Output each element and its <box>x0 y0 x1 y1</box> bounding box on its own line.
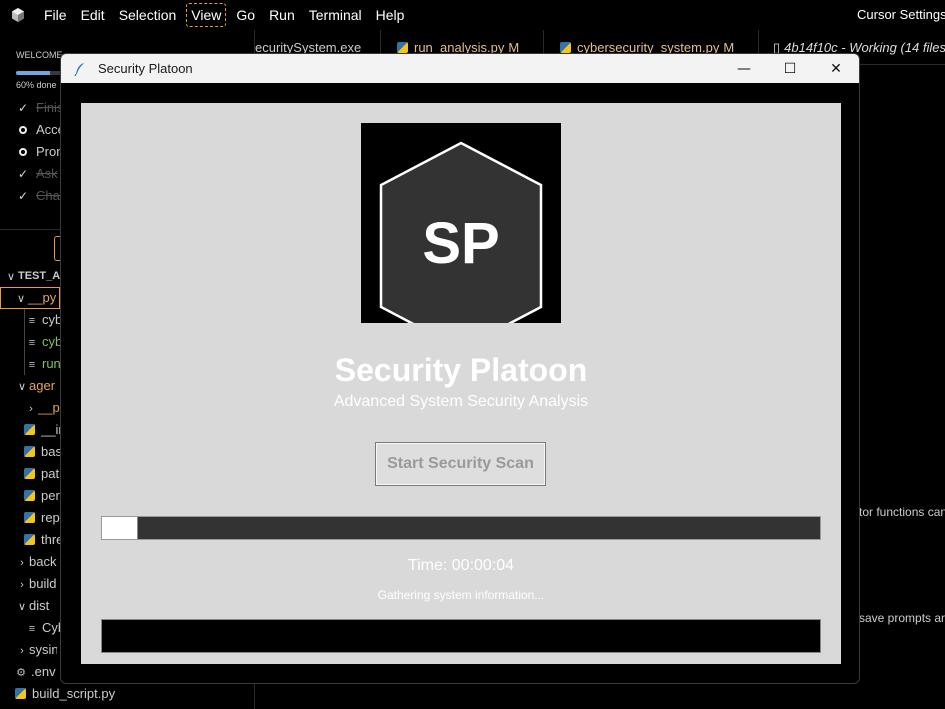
editor-text-fragment: tor functions can <box>859 505 945 519</box>
menu-terminal[interactable]: Terminal <box>305 4 366 26</box>
security-platoon-window: Security Platoon — ☐ ✕ SP Security Plato… <box>60 53 860 684</box>
menu-go[interactable]: Go <box>232 4 259 26</box>
indent-guide <box>24 309 25 375</box>
welcome-title: WELCOME <box>16 50 63 60</box>
circle-icon <box>19 125 27 134</box>
tree-file[interactable]: ≡Cyb <box>26 617 62 639</box>
python-file-icon <box>15 688 26 699</box>
tree-file[interactable]: ⚙ .env <box>15 661 61 683</box>
close-icon: ✕ <box>830 60 842 77</box>
feather-icon <box>74 62 84 76</box>
tree-file[interactable]: build_script.py <box>15 683 132 705</box>
scan-progress-fill <box>102 517 138 539</box>
window-title: Security Platoon <box>98 61 193 76</box>
close-button[interactable]: ✕ <box>813 54 859 83</box>
text-file-icon: ≡ <box>28 623 36 635</box>
python-file-icon <box>24 446 35 457</box>
tree-folder[interactable]: › build <box>15 573 57 595</box>
tree-folder-agents[interactable]: ∨ agen <box>15 375 55 397</box>
tree-folder[interactable]: › __p <box>24 397 60 419</box>
minimize-icon: — <box>737 60 751 77</box>
tree-file[interactable]: bas <box>24 441 61 463</box>
menu-bar: File Edit Selection View Go Run Terminal… <box>0 0 945 30</box>
tree-file[interactable]: thre <box>24 529 63 551</box>
maximize-button[interactable]: ☐ <box>767 54 813 83</box>
output-log <box>101 619 821 653</box>
python-file-icon <box>24 490 35 501</box>
welcome-progress-fill <box>16 71 50 75</box>
text-file-icon: ≡ <box>28 359 36 371</box>
minimize-button[interactable]: — <box>721 54 767 83</box>
chevron-down-icon: ∨ <box>17 601 27 613</box>
tree-file[interactable]: ≡ run <box>26 353 62 375</box>
app-title: Security Platoon <box>334 352 588 388</box>
checkmark-icon: ✓ <box>18 166 29 181</box>
cursor-settings-link[interactable]: Cursor Settings - <box>857 7 945 22</box>
menu-view[interactable]: View <box>186 3 227 27</box>
tree-folder-pycache[interactable]: ∨ __py <box>0 287 60 309</box>
app-subtitle: Advanced System Security Analysis <box>333 393 589 410</box>
tree-file[interactable]: per <box>24 485 61 507</box>
python-file-icon <box>24 512 35 523</box>
menu-help[interactable]: Help <box>372 4 409 26</box>
tree-file[interactable]: ≡ cyb <box>26 309 62 331</box>
menu-selection[interactable]: Selection <box>115 4 181 26</box>
start-scan-button[interactable]: Start Security Scan <box>375 442 546 486</box>
python-file-icon <box>24 534 35 545</box>
chevron-down-icon: ∨ <box>16 293 26 305</box>
chevron-right-icon: › <box>20 579 24 591</box>
tree-folder[interactable]: › back <box>15 551 57 573</box>
checkmark-icon: ✓ <box>18 188 29 203</box>
circle-icon <box>19 147 27 156</box>
tree-file[interactable]: __in <box>24 419 61 441</box>
status-message: Gathering system information... <box>377 588 545 602</box>
tree-folder-dist[interactable]: ∨ dist <box>15 595 57 617</box>
menu-file[interactable]: File <box>40 4 71 26</box>
chevron-down-icon: ∨ <box>17 381 27 393</box>
text-file-icon: ≡ <box>28 337 36 349</box>
window-titlebar[interactable]: Security Platoon — ☐ ✕ <box>61 54 859 83</box>
logo-text: SP <box>422 211 499 276</box>
explorer-root[interactable]: ∨ TEST_AI <box>4 265 64 287</box>
app-logo: SP <box>361 123 561 323</box>
welcome-progress-label: 60% done <box>16 80 57 90</box>
chevron-right-icon: › <box>20 557 24 569</box>
tree-file[interactable]: ≡ cyb <box>26 331 62 353</box>
python-file-icon <box>24 424 35 435</box>
tree-folder[interactable]: › sysin <box>15 639 57 661</box>
python-file-icon <box>560 42 571 53</box>
editor-text-fragment: save prompts an <box>859 611 945 625</box>
elapsed-time: Time: 00:00:04 <box>407 557 515 574</box>
python-file-icon <box>397 42 408 53</box>
text-file-icon: ≡ <box>28 315 36 327</box>
cursor-logo-icon[interactable] <box>11 8 25 22</box>
menu-run[interactable]: Run <box>265 4 299 26</box>
scan-progress-bar <box>101 516 821 540</box>
gear-icon: ⚙ <box>16 667 26 679</box>
tree-file[interactable]: pat <box>24 463 61 485</box>
python-file-icon <box>24 468 35 479</box>
menu-edit[interactable]: Edit <box>77 4 109 26</box>
tree-file[interactable]: rep <box>24 507 61 529</box>
chevron-right-icon: › <box>29 403 33 415</box>
checkmark-icon: ✓ <box>18 100 29 115</box>
maximize-icon: ☐ <box>783 60 797 77</box>
chevron-right-icon: › <box>20 645 24 657</box>
hexagon-logo-icon: SP <box>379 141 543 323</box>
dialog-content: SP Security Platoon Advanced System Secu… <box>81 103 841 664</box>
chevron-down-icon: ∨ <box>6 271 16 283</box>
